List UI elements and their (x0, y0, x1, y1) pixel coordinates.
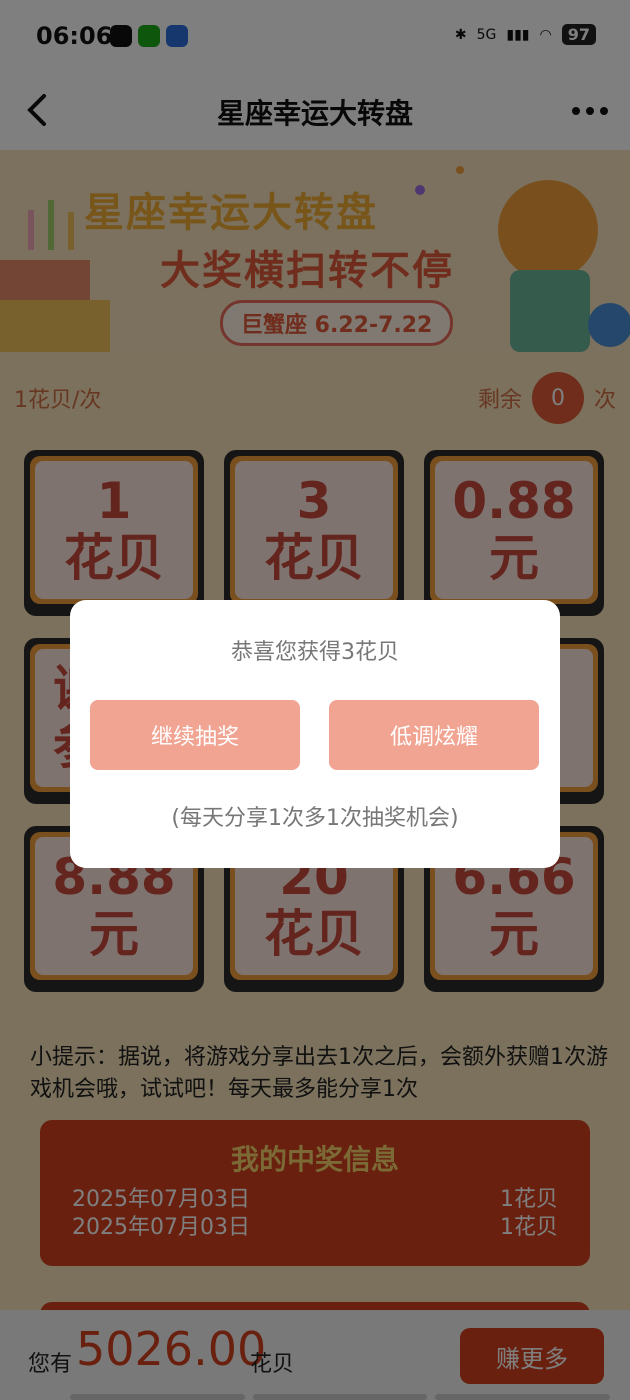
reward-dialog: 恭喜您获得3花贝 继续抽奖 低调炫耀 (每天分享1次多1次抽奖机会) (70, 600, 560, 868)
reward-message: 恭喜您获得3花贝 (231, 640, 399, 665)
continue-draw-button[interactable]: 继续抽奖 (90, 700, 300, 770)
share-show-off-button[interactable]: 低调炫耀 (329, 700, 539, 770)
share-note: (每天分享1次多1次抽奖机会) (171, 806, 459, 831)
